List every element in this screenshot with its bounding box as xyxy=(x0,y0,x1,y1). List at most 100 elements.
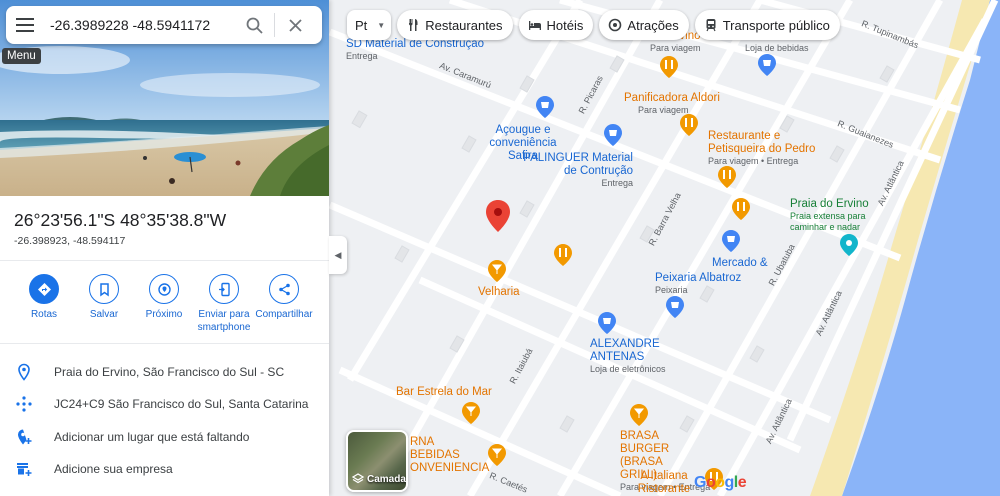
poi-name: PALINGUER Material de Contrução xyxy=(523,152,633,177)
poi-bar-estrela-mar[interactable]: Bar Estrela do Mar xyxy=(396,386,492,399)
plus-code-row[interactable]: JC24+C9 São Francisco do Sul, Santa Cata… xyxy=(0,388,329,420)
poi-panificadora[interactable]: Panificadora Aldori Para viagem xyxy=(624,92,720,116)
poi-name: Restaurante e Petisqueira do Pedro xyxy=(708,130,816,155)
poi-rna-bebidas[interactable]: RNA BEBIDAS ONVENIENCIA xyxy=(410,436,490,475)
selected-location-pin-icon[interactable] xyxy=(486,200,510,232)
poi-praia-ervino[interactable]: Praia do Ervino Praia extensa para camin… xyxy=(790,198,880,233)
poi-sub: Entrega xyxy=(601,178,633,188)
transit-icon xyxy=(706,19,716,32)
add-place-icon xyxy=(18,429,32,445)
share-circle xyxy=(269,274,299,304)
shopping-pin-icon[interactable] xyxy=(604,124,622,146)
add-business-icon xyxy=(17,463,32,476)
poi-name: RNA BEBIDAS ONVENIENCIA xyxy=(410,436,490,474)
menu-button[interactable] xyxy=(6,6,44,44)
restaurant-pin-icon[interactable] xyxy=(732,198,750,220)
restaurant-pin-icon[interactable] xyxy=(554,244,572,266)
coordinates-decimal[interactable]: -26.398923, -48.594117 xyxy=(14,235,125,247)
divider xyxy=(0,343,329,344)
search-box xyxy=(6,6,322,44)
attractions-icon xyxy=(609,18,622,32)
poi-restaurante-pedro[interactable]: Restaurante e Petisqueira do Pedro Para … xyxy=(708,130,818,167)
send-to-phone-button[interactable]: Enviar para smartphone xyxy=(194,274,254,334)
poi-sub: Para viagem xyxy=(650,43,701,53)
layers-icon xyxy=(352,473,364,484)
save-circle xyxy=(89,274,119,304)
collapse-panel-button[interactable]: ◀ xyxy=(329,236,347,274)
camera-pin-icon[interactable] xyxy=(840,234,858,256)
bar-pin-icon[interactable] xyxy=(488,444,506,466)
add-business-text: Adicione sua empresa xyxy=(54,462,173,476)
poi-sub: Peixaria xyxy=(655,285,688,295)
shopping-pin-icon[interactable] xyxy=(758,54,776,76)
share-button[interactable]: Compartilhar xyxy=(254,274,314,334)
restaurant-pin-icon[interactable] xyxy=(680,114,698,136)
layers-button[interactable]: Camadas xyxy=(346,430,408,492)
chip-label: Hotéis xyxy=(546,17,584,33)
chip-restaurants[interactable]: Restaurantes xyxy=(397,10,513,40)
poi-name: Bar Estrela do Mar xyxy=(396,386,492,398)
poi-peixaria-albatroz[interactable]: Peixaria Albatroz Peixaria xyxy=(655,272,741,296)
poi-name: Praia do Ervino xyxy=(790,198,869,210)
poi-sub: Loja de bebidas xyxy=(745,43,809,53)
action-bar: Rotas Salvar Próximo Enviar para smartph… xyxy=(14,274,314,334)
nearby-circle xyxy=(149,274,179,304)
search-icon xyxy=(246,17,263,34)
address-row[interactable]: Praia do Ervino, São Francisco do Sul - … xyxy=(0,356,329,388)
side-panel: Menu 26°23'56.1"S 48°35'38.8"W -26.39892… xyxy=(0,0,329,496)
plus-code-text: JC24+C9 São Francisco do Sul, Santa Cata… xyxy=(54,397,309,411)
chip-label: Restaurantes xyxy=(425,17,503,33)
category-chip-bar: Pt ▼ Restaurantes Hotéis Atrações Transp… xyxy=(347,10,840,40)
save-button[interactable]: Salvar xyxy=(74,274,134,334)
layers-label: Camadas xyxy=(367,473,408,485)
add-place-row[interactable]: Adicionar um lugar que está faltando xyxy=(0,421,329,453)
send-to-phone-icon xyxy=(218,282,230,296)
add-business-row[interactable]: Adicione sua empresa xyxy=(0,453,329,485)
plus-code-icon-wrap xyxy=(0,395,50,413)
bar-pin-icon[interactable] xyxy=(488,260,506,282)
search-divider xyxy=(274,13,275,37)
poi-velharia[interactable]: Velharia xyxy=(478,286,520,299)
restaurant-pin-icon[interactable] xyxy=(660,56,678,78)
search-button[interactable] xyxy=(236,6,272,44)
address-icon-wrap xyxy=(0,363,50,381)
bar-pin-icon[interactable] xyxy=(462,402,480,424)
shopping-pin-icon[interactable] xyxy=(536,96,554,118)
address-text: Praia do Ervino, São Francisco do Sul - … xyxy=(54,365,285,379)
directions-button[interactable]: Rotas xyxy=(14,274,74,334)
add-place-icon-wrap xyxy=(0,428,50,446)
shopping-pin-icon[interactable] xyxy=(666,296,684,318)
poi-name: Velharia xyxy=(478,286,520,298)
language-selector[interactable]: Pt ▼ xyxy=(347,10,392,40)
divider xyxy=(0,260,329,261)
menu-tooltip: Menu xyxy=(2,48,41,64)
action-label: Enviar para smartphone xyxy=(197,309,251,333)
poi-palinguer[interactable]: PALINGUER Material de Contrução Entrega xyxy=(518,152,633,189)
chip-label: Atrações xyxy=(627,17,679,33)
send-circle xyxy=(209,274,239,304)
shopping-pin-icon[interactable] xyxy=(598,312,616,334)
chip-transit[interactable]: Transporte público xyxy=(694,10,840,40)
poi-sd-material[interactable]: SD Material de Construção Entrega xyxy=(346,38,484,62)
chip-hotels[interactable]: Hotéis xyxy=(518,10,594,40)
chip-attractions[interactable]: Atrações xyxy=(599,10,689,40)
poi-mercado[interactable]: Mercado & xyxy=(712,257,768,270)
chevron-left-icon: ◀ xyxy=(334,249,342,260)
share-icon xyxy=(278,283,290,295)
clear-search-button[interactable] xyxy=(277,6,313,44)
poi-name: Mercado & xyxy=(712,257,768,269)
poi-name: ALEXANDRE ANTENAS xyxy=(590,338,660,363)
poi-sub: Entrega xyxy=(346,51,378,61)
bookmark-icon xyxy=(99,282,109,296)
shopping-pin-icon[interactable] xyxy=(722,230,740,252)
action-label: Salvar xyxy=(89,309,119,320)
nearby-button[interactable]: Próximo xyxy=(134,274,194,334)
restaurant-pin-icon[interactable] xyxy=(718,166,736,188)
hamburger-menu-icon xyxy=(16,18,34,32)
coordinates-dms: 26°23'56.1"S 48°35'38.8"W xyxy=(14,210,227,230)
layers-label-wrap: Camadas xyxy=(352,473,408,485)
poi-alexandre-antenas[interactable]: ALEXANDRE ANTENAS Loja de eletrônicos xyxy=(590,338,666,375)
action-label: Compartilhar xyxy=(255,309,313,320)
search-input[interactable] xyxy=(50,10,236,40)
bar-pin-icon[interactable] xyxy=(630,404,648,426)
